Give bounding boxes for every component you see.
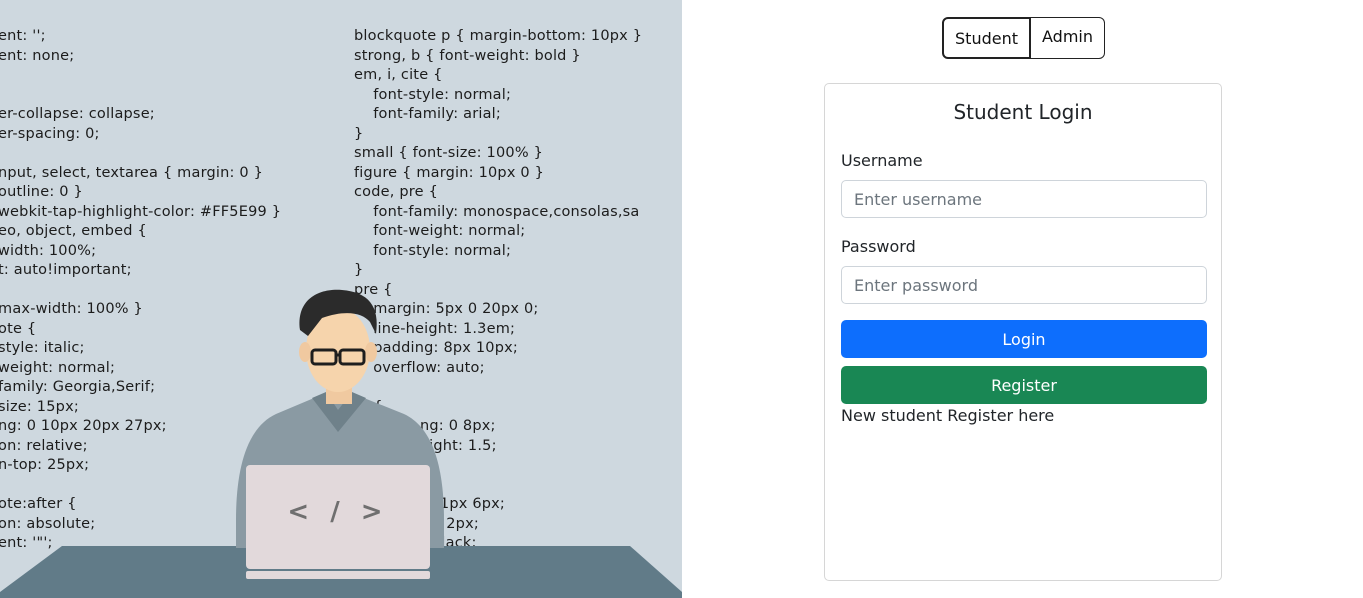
- password-input[interactable]: [841, 266, 1207, 304]
- role-toggle: Student Admin: [942, 17, 1105, 59]
- register-note: New student Register here: [841, 406, 1055, 425]
- username-input[interactable]: [841, 180, 1207, 218]
- login-card-title: Student Login: [953, 100, 1093, 124]
- login-card: Student Login Username Password Login Re…: [824, 83, 1222, 581]
- register-button[interactable]: Register: [841, 366, 1207, 404]
- admin-role-button[interactable]: Admin: [1031, 17, 1105, 59]
- login-button[interactable]: Login: [841, 320, 1207, 358]
- username-label: Username: [841, 151, 923, 170]
- laptop-code-symbol: < / >: [287, 497, 389, 527]
- student-role-button[interactable]: Student: [942, 17, 1031, 59]
- password-label: Password: [841, 237, 916, 256]
- developer-illustration: ent: ''; ent: none; er-collapse: collaps…: [0, 0, 682, 598]
